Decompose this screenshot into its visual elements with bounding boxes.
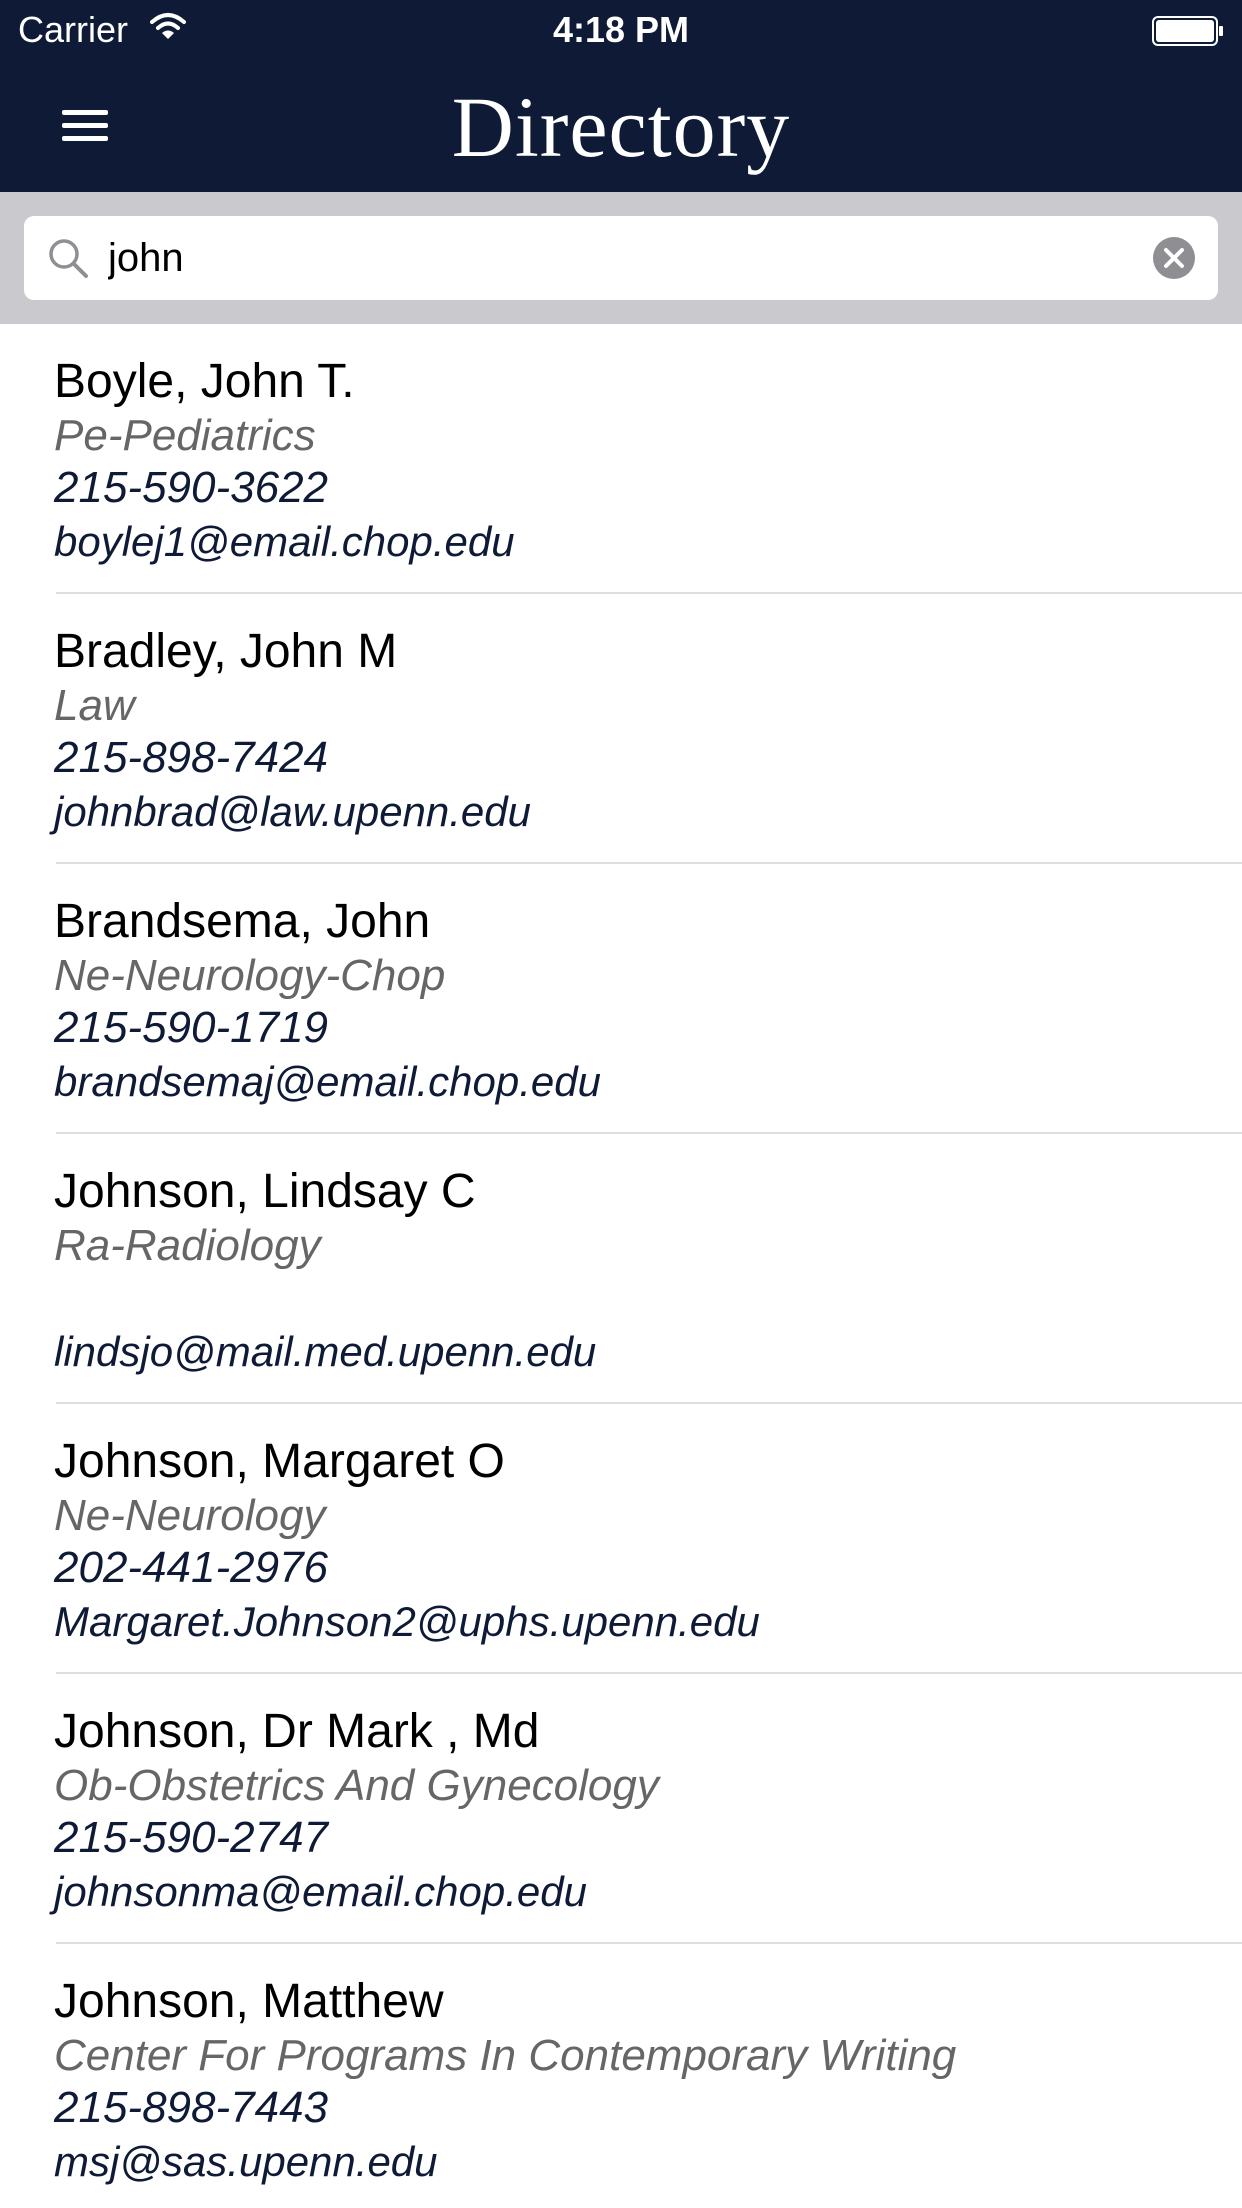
list-item[interactable]: Johnson, Dr Mark , Md Ob-Obstetrics And …	[54, 1674, 1242, 1944]
contact-email[interactable]: johnbrad@law.upenn.edu	[54, 786, 531, 838]
contact-name: Brandsema, John	[54, 895, 431, 948]
page-title: Directory	[451, 79, 791, 175]
contact-department: Ob-Obstetrics And Gynecology	[54, 1761, 659, 1810]
contact-email[interactable]: Margaret.Johnson2@uphs.upenn.edu	[54, 1596, 760, 1648]
contact-email[interactable]: lindsjo@mail.med.upenn.edu	[54, 1326, 596, 1378]
results-list: Boyle, John T. Pe-Pediatrics 215-590-362…	[0, 324, 1242, 2208]
contact-name: Johnson, Lindsay C	[54, 1165, 476, 1218]
search-input[interactable]	[108, 226, 1118, 290]
status-time: 4:18 PM	[552, 9, 690, 50]
contact-phone[interactable]: 202-441-2976	[54, 1542, 328, 1594]
contact-name: Johnson, Dr Mark , Md	[54, 1705, 540, 1758]
contact-phone[interactable]: 215-590-2747	[54, 1812, 328, 1864]
contact-email[interactable]: boylej1@email.chop.edu	[54, 516, 515, 568]
battery-icon	[1152, 16, 1223, 46]
contact-email[interactable]: johnsonma@email.chop.edu	[54, 1866, 587, 1918]
contact-name: Boyle, John T.	[54, 355, 355, 408]
list-item[interactable]: Brandsema, John Ne-Neurology-Chop 215-59…	[54, 864, 1242, 1134]
contact-name: Johnson, Matthew	[54, 1975, 444, 2028]
contact-department: Center For Programs In Contemporary Writ…	[54, 2031, 957, 2080]
list-item[interactable]: Johnson, Matthew Center For Programs In …	[54, 1944, 1242, 2208]
list-item[interactable]: Johnson, Lindsay C Ra-Radiology lindsjo@…	[54, 1134, 1242, 1404]
contact-phone[interactable]: 215-898-7443	[54, 2082, 328, 2134]
navigation-bar: Directory	[0, 60, 1242, 192]
status-bar: Carrier 4:18 PM	[0, 0, 1242, 60]
contact-phone[interactable]: 215-590-3622	[54, 462, 328, 514]
contact-name: Johnson, Margaret O	[54, 1435, 505, 1488]
clear-icon[interactable]	[1152, 236, 1196, 280]
contact-name: Bradley, John M	[54, 625, 398, 678]
search-bar	[0, 192, 1242, 324]
contact-phone[interactable]: 215-590-1719	[54, 1002, 328, 1054]
list-item[interactable]: Bradley, John M Law 215-898-7424 johnbra…	[54, 594, 1242, 864]
contact-email[interactable]: msj@sas.upenn.edu	[54, 2136, 438, 2188]
contact-phone[interactable]: 215-898-7424	[54, 732, 328, 784]
contact-department: Ra-Radiology	[54, 1221, 321, 1270]
contact-department: Ne-Neurology	[54, 1491, 326, 1540]
list-item[interactable]: Johnson, Margaret O Ne-Neurology 202-441…	[54, 1404, 1242, 1674]
contact-department: Ne-Neurology-Chop	[54, 951, 446, 1000]
contact-department: Law	[54, 681, 135, 730]
search-icon	[49, 239, 88, 278]
contact-department: Pe-Pediatrics	[54, 411, 316, 460]
list-item[interactable]: Boyle, John T. Pe-Pediatrics 215-590-362…	[54, 324, 1242, 594]
contact-email[interactable]: brandsemaj@email.chop.edu	[54, 1056, 601, 1108]
search-field[interactable]	[24, 216, 1218, 300]
